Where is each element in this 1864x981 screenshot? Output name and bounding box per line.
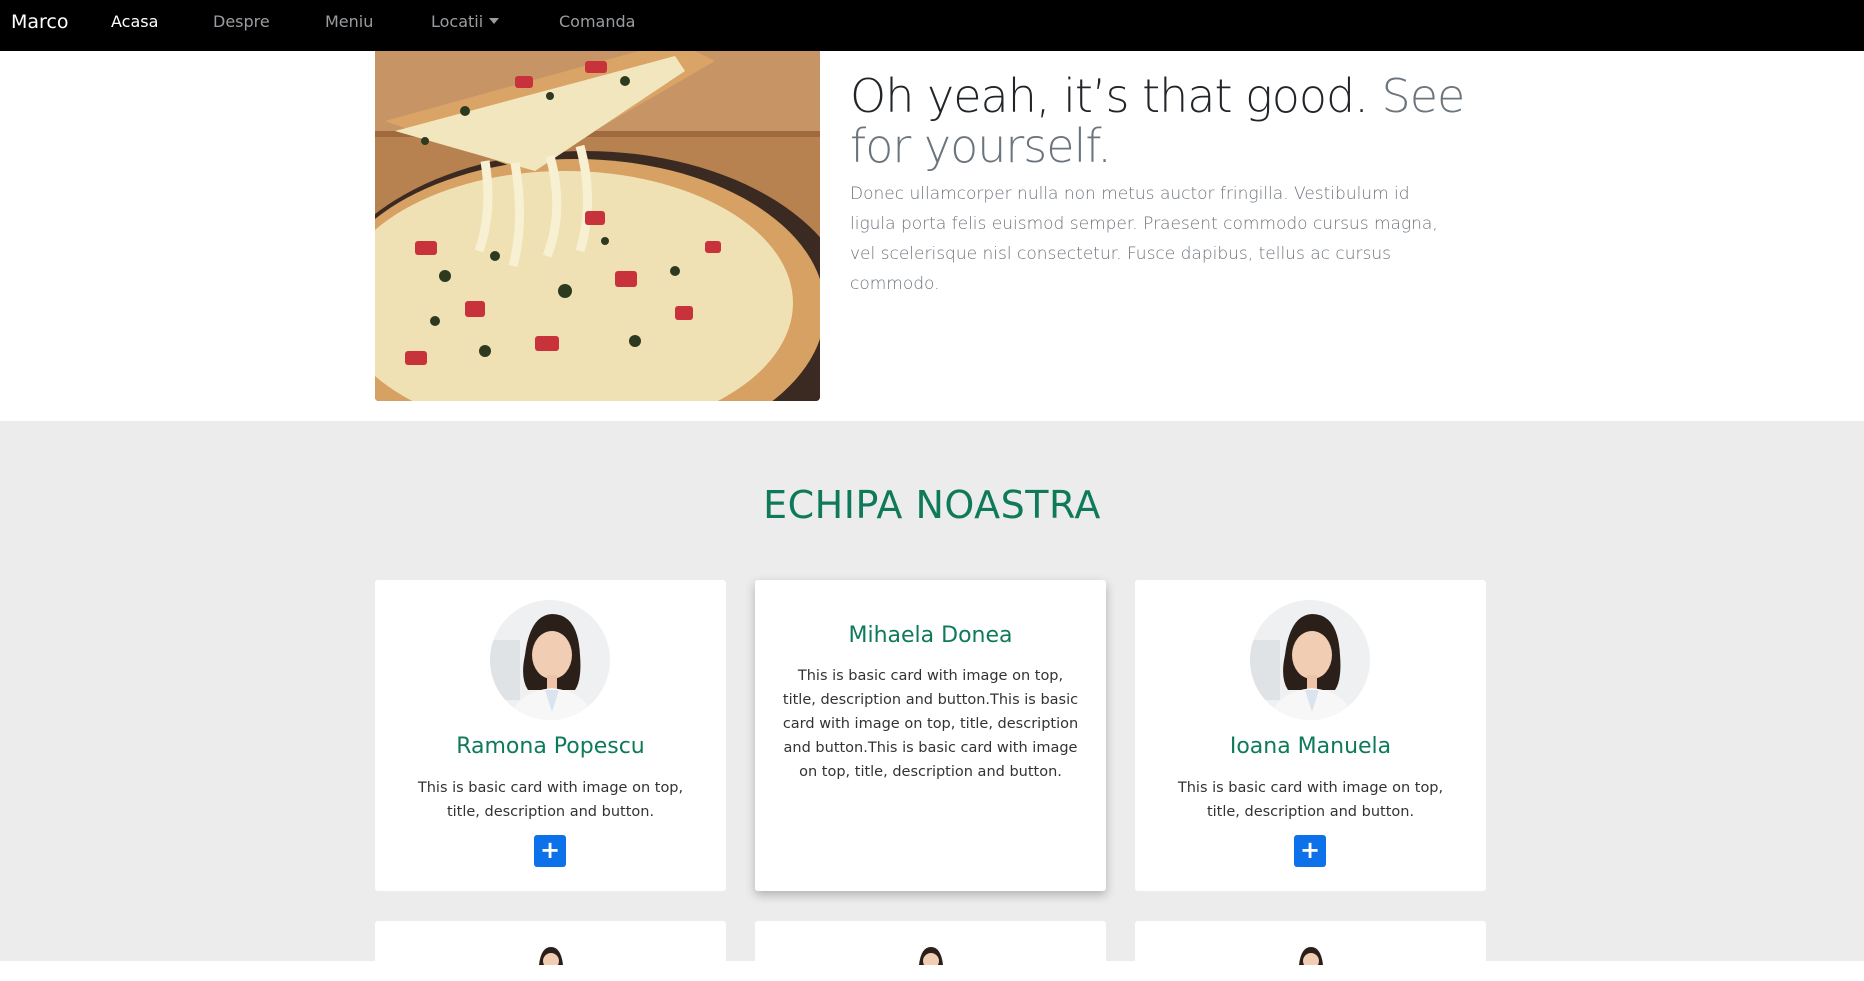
- featurette-lead-text: Donec ullamcorper nulla non metus auctor…: [850, 184, 1438, 294]
- nav-item-despre[interactable]: Despre: [213, 12, 270, 31]
- team-section: ECHIPA NOASTRA Ramona Popescu This is ba…: [0, 421, 1864, 981]
- featurette-section: Oh yeah, it’s that good. See for yoursel…: [0, 51, 1864, 421]
- card-title: Ramona Popescu: [456, 734, 645, 759]
- top-navbar: Marco Acasa Despre Meniu Locatii Comanda: [0, 0, 1864, 51]
- nav-item-locatii-dropdown[interactable]: Locatii: [431, 12, 500, 31]
- featurette-heading-main: Oh yeah, it’s that good.: [850, 69, 1369, 123]
- featurette-heading: Oh yeah, it’s that good. See for yoursel…: [850, 71, 1470, 171]
- team-card-row2-1: [375, 921, 726, 981]
- team-card-mihaela: Mihaela Donea This is basic card with im…: [755, 580, 1106, 891]
- card-text: This is basic card with image on top, ti…: [1177, 780, 1444, 820]
- avatar: [1295, 945, 1327, 965]
- team-card-row2-3: [1135, 921, 1486, 981]
- add-button[interactable]: +: [1294, 835, 1326, 867]
- avatar: [1250, 600, 1370, 720]
- card-text: This is basic card with image on top, ti…: [782, 668, 1079, 780]
- avatar: [535, 945, 567, 965]
- nav-item-meniu[interactable]: Meniu: [325, 12, 373, 31]
- chevron-down-icon: [489, 18, 500, 24]
- card-text: This is basic card with image on top, ti…: [417, 780, 684, 820]
- avatar: [490, 600, 610, 720]
- card-title: Ioana Manuela: [1229, 734, 1392, 759]
- add-button[interactable]: +: [534, 835, 566, 867]
- team-card-row2-2: [755, 921, 1106, 981]
- avatar: [915, 945, 947, 965]
- nav-item-acasa[interactable]: Acasa: [111, 12, 158, 31]
- nav-item-locatii-label: Locatii: [431, 12, 484, 31]
- pizza-image: [375, 51, 820, 401]
- nav-item-comanda[interactable]: Comanda: [559, 12, 635, 31]
- navbar-brand[interactable]: Marco: [11, 11, 69, 33]
- card-title: Mihaela Donea: [848, 623, 1013, 648]
- team-card-ramona: Ramona Popescu This is basic card with i…: [375, 580, 726, 891]
- team-title: ECHIPA NOASTRA: [763, 483, 1101, 527]
- team-card-ioana: Ioana Manuela This is basic card with im…: [1135, 580, 1486, 891]
